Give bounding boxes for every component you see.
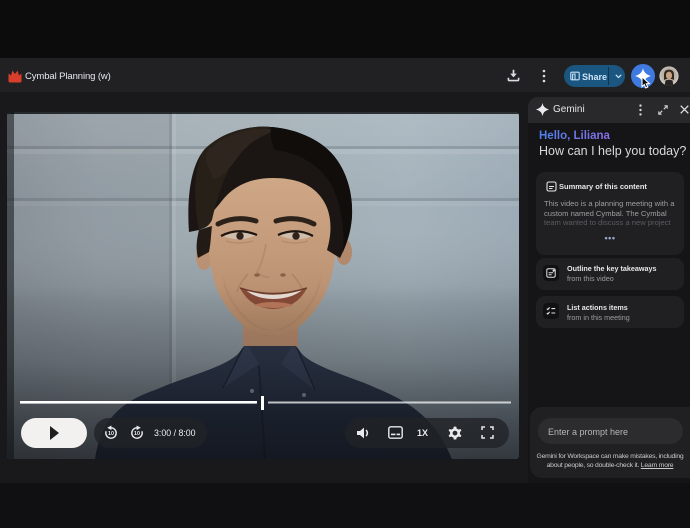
svg-text:10: 10 <box>108 431 114 437</box>
svg-text:10: 10 <box>134 431 140 437</box>
